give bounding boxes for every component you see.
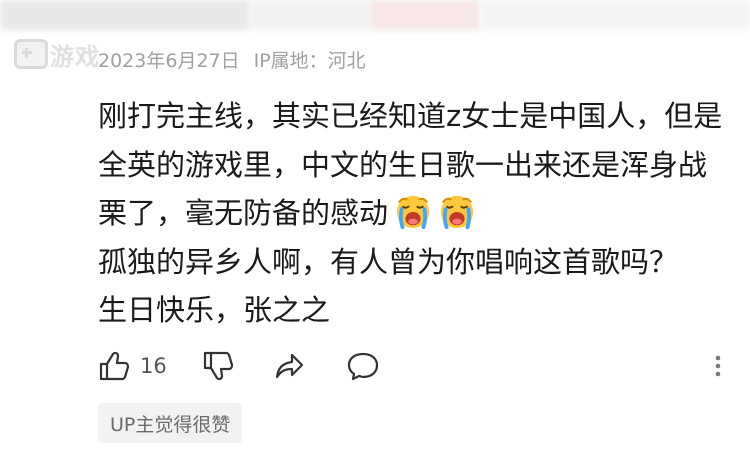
comment-action-bar: 16 <box>98 344 738 388</box>
comment-line: 生日快乐，张之之 <box>98 293 331 327</box>
comment-body: 刚打完主线，其实已经知道z女士是中国人，但是 全英的游戏里，中文的生日歌一出来还… <box>98 92 723 335</box>
reply-icon <box>347 352 379 381</box>
comment-meta: 2023年6月27日 IP属地：河北 <box>98 46 366 73</box>
dislike-button[interactable] <box>202 344 234 388</box>
comment-line-text: 栗了，毫无防备的感动 <box>98 196 389 230</box>
reply-button[interactable] <box>346 344 380 388</box>
comment-line: 全英的游戏里，中文的生日歌一出来还是浑身战 <box>98 147 708 182</box>
crying-face-emoji <box>440 195 474 230</box>
thumbs-up-icon <box>99 351 130 381</box>
like-count: 16 <box>140 354 167 378</box>
share-icon <box>275 353 304 379</box>
like-button[interactable]: 16 <box>98 344 167 388</box>
more-options-button[interactable] <box>712 344 724 388</box>
comment-date: 2023年6月27日 <box>98 50 240 72</box>
comment-line: 孤独的异乡人啊，有人曾为你唱响这首歌吗？ <box>98 244 679 279</box>
crying-face-emoji <box>396 195 430 230</box>
more-vertical-icon <box>715 355 721 377</box>
thumbs-down-icon <box>203 351 234 381</box>
ip-location: IP属地：河北 <box>253 50 366 72</box>
watermark: 游戏 <box>14 34 100 74</box>
comment-line: 栗了，毫无防备的感动 <box>98 189 718 238</box>
comment-line: 刚打完主线，其实已经知道z女士是中国人，但是 <box>98 99 723 133</box>
share-button[interactable] <box>274 344 306 388</box>
watermark-logo-icon <box>14 39 48 69</box>
watermark-text: 游戏 <box>50 42 100 71</box>
blurred-top-strip <box>0 0 750 34</box>
up-liked-badge: UP主觉得很赞 <box>98 403 243 443</box>
